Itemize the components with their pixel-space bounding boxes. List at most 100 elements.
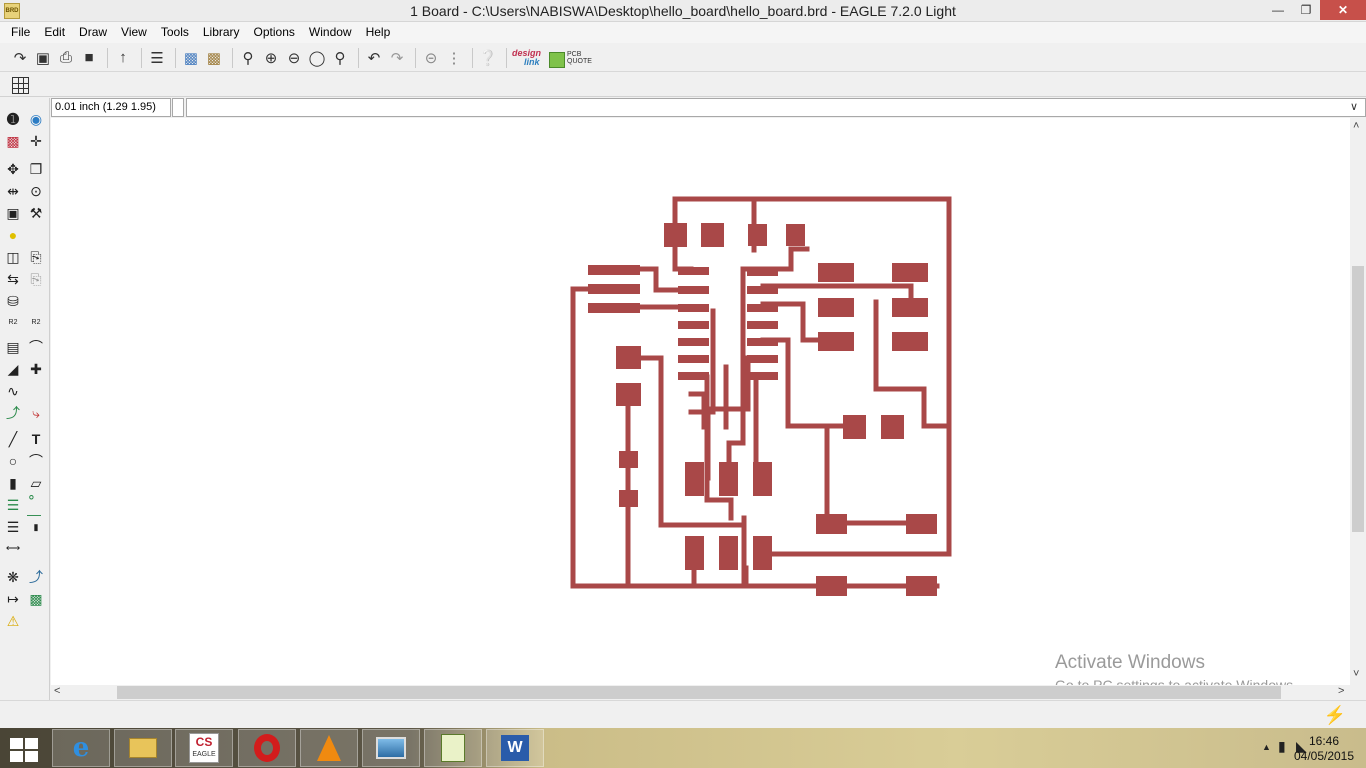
command-dropdown-icon[interactable]: ∨: [1350, 100, 1358, 113]
zoom-redraw-icon[interactable]: ◯: [307, 48, 327, 68]
zoom-in-icon[interactable]: ⊕: [261, 48, 281, 68]
horizontal-scrollbar[interactable]: < >: [51, 685, 1350, 700]
group-icon[interactable]: ▣: [4, 204, 22, 222]
start-button-icon[interactable]: [8, 736, 40, 762]
print-icon[interactable]: ⎙: [56, 48, 76, 68]
display-icon[interactable]: ▩: [4, 132, 22, 150]
ratsnest-icon[interactable]: ❋: [4, 568, 22, 586]
undo-icon[interactable]: ↶: [364, 48, 384, 68]
menu-library[interactable]: Library: [196, 22, 247, 43]
scroll-down-icon[interactable]: ˅: [1353, 668, 1359, 680]
name-icon[interactable]: R2: [4, 314, 22, 332]
mark-icon[interactable]: ✛: [27, 132, 45, 150]
signal-icon[interactable]: ∘—: [27, 488, 45, 522]
scroll-left-icon[interactable]: <: [54, 685, 60, 697]
pinswap-icon[interactable]: ⇆: [4, 270, 22, 288]
close-icon[interactable]: ✕: [1320, 0, 1366, 20]
smash-icon[interactable]: ▤: [4, 338, 22, 356]
errors-icon[interactable]: ▩: [27, 590, 45, 608]
info-icon[interactable]: ➊: [4, 110, 22, 128]
route-icon[interactable]: ⤴: [4, 404, 22, 422]
schematic-icon[interactable]: ▩: [181, 48, 201, 68]
drc-icon[interactable]: ↦: [4, 590, 22, 608]
ripup-icon[interactable]: ⤷: [27, 404, 45, 422]
redo-icon[interactable]: ↷: [387, 48, 407, 68]
zoom-out-icon[interactable]: ⊖: [284, 48, 304, 68]
file-explorer-icon[interactable]: [114, 729, 172, 767]
zoom-select-icon[interactable]: ⚲: [330, 48, 350, 68]
menu-edit[interactable]: Edit: [37, 22, 72, 43]
menu-draw[interactable]: Draw: [72, 22, 114, 43]
move-icon[interactable]: ✥: [4, 160, 22, 178]
save-icon[interactable]: ▣: [33, 48, 53, 68]
menu-window[interactable]: Window: [302, 22, 359, 43]
meander-icon[interactable]: ∿: [4, 382, 22, 400]
pcb-quote-button[interactable]: PCB QUOTE: [549, 51, 592, 68]
cam-icon[interactable]: ■: [79, 48, 99, 68]
zoom-fit-icon[interactable]: ⚲: [238, 48, 258, 68]
mirror-icon[interactable]: ⇹: [4, 182, 22, 200]
vlc-icon[interactable]: [300, 729, 358, 767]
header-pad-3: [588, 303, 640, 313]
add-icon[interactable]: ⎘: [27, 248, 45, 266]
vertical-scroll-thumb[interactable]: [1352, 266, 1364, 532]
menu-help[interactable]: Help: [359, 22, 398, 43]
ulp-icon[interactable]: ☰: [147, 48, 167, 68]
change-icon[interactable]: ⚒: [27, 204, 45, 222]
scroll-up-icon[interactable]: ˄: [1353, 120, 1359, 132]
menu-options[interactable]: Options: [247, 22, 302, 43]
help-icon[interactable]: ❔: [478, 48, 498, 68]
wire-icon[interactable]: ╱: [4, 430, 22, 448]
scroll-right-icon[interactable]: >: [1338, 685, 1344, 697]
replace-icon[interactable]: ⎘: [27, 270, 45, 288]
right-pad-4: [892, 298, 928, 317]
go-toolbar-icon[interactable]: ⋮: [444, 48, 464, 68]
system-clock[interactable]: 16:46 04/05/2015: [1292, 734, 1356, 764]
battery-icon[interactable]: ▮: [1278, 738, 1286, 755]
word-icon[interactable]: W: [486, 729, 544, 767]
stop-icon[interactable]: ⊝: [421, 48, 441, 68]
via-icon[interactable]: ☰: [4, 496, 22, 514]
dimension-icon[interactable]: ⟷: [4, 540, 22, 558]
optimize-icon[interactable]: ✚: [27, 360, 45, 378]
copy-icon[interactable]: ❐: [27, 160, 45, 178]
restore-icon[interactable]: ❐: [1292, 0, 1320, 20]
notepad-icon[interactable]: [424, 729, 482, 767]
menu-view[interactable]: View: [114, 22, 154, 43]
command-history-box[interactable]: [172, 98, 184, 117]
opera-icon[interactable]: [238, 729, 296, 767]
vertical-scrollbar[interactable]: ˄ ˅: [1350, 118, 1366, 685]
arc-icon[interactable]: ⌒: [27, 452, 45, 470]
warning-icon[interactable]: ⚠: [4, 612, 22, 630]
minimize-icon[interactable]: —: [1264, 0, 1292, 20]
open-icon[interactable]: ↷: [10, 48, 30, 68]
command-line-input[interactable]: [186, 98, 1366, 117]
value-icon[interactable]: R2: [27, 314, 45, 332]
paste-icon[interactable]: ●: [4, 226, 22, 244]
menu-tools[interactable]: Tools: [154, 22, 196, 43]
go-status-icon[interactable]: ⚡: [1324, 705, 1346, 726]
autoroute-icon[interactable]: ⤴: [27, 568, 45, 586]
miter-icon[interactable]: ⌒: [27, 338, 45, 356]
grid-icon[interactable]: [12, 77, 29, 94]
circle-icon[interactable]: ○: [4, 452, 22, 470]
lock-icon[interactable]: ⛁: [4, 292, 22, 310]
show-icon[interactable]: ◉: [27, 110, 45, 128]
script-icon[interactable]: ↑: [113, 48, 133, 68]
eagle-icon[interactable]: CS EAGLE: [175, 729, 233, 767]
ie-icon[interactable]: e: [52, 729, 110, 767]
board-icon[interactable]: ▩: [204, 48, 224, 68]
photos-icon[interactable]: [362, 729, 420, 767]
split-icon[interactable]: ◢: [4, 360, 22, 378]
delete-icon[interactable]: ◫: [4, 248, 22, 266]
tray-expand-icon[interactable]: ▲: [1262, 742, 1271, 752]
design-link-button[interactable]: design link: [512, 48, 541, 67]
board-canvas[interactable]: Activate Windows Go to PC settings to ac…: [51, 118, 1350, 685]
horizontal-scroll-thumb[interactable]: [117, 686, 1281, 699]
text-icon[interactable]: T: [27, 430, 45, 448]
menu-file[interactable]: File: [4, 22, 37, 43]
attribute-icon[interactable]: ▮: [27, 518, 45, 536]
rect-icon[interactable]: ▮: [4, 474, 22, 492]
rotate-icon[interactable]: ⊙: [27, 182, 45, 200]
hole-icon[interactable]: ☰: [4, 518, 22, 536]
